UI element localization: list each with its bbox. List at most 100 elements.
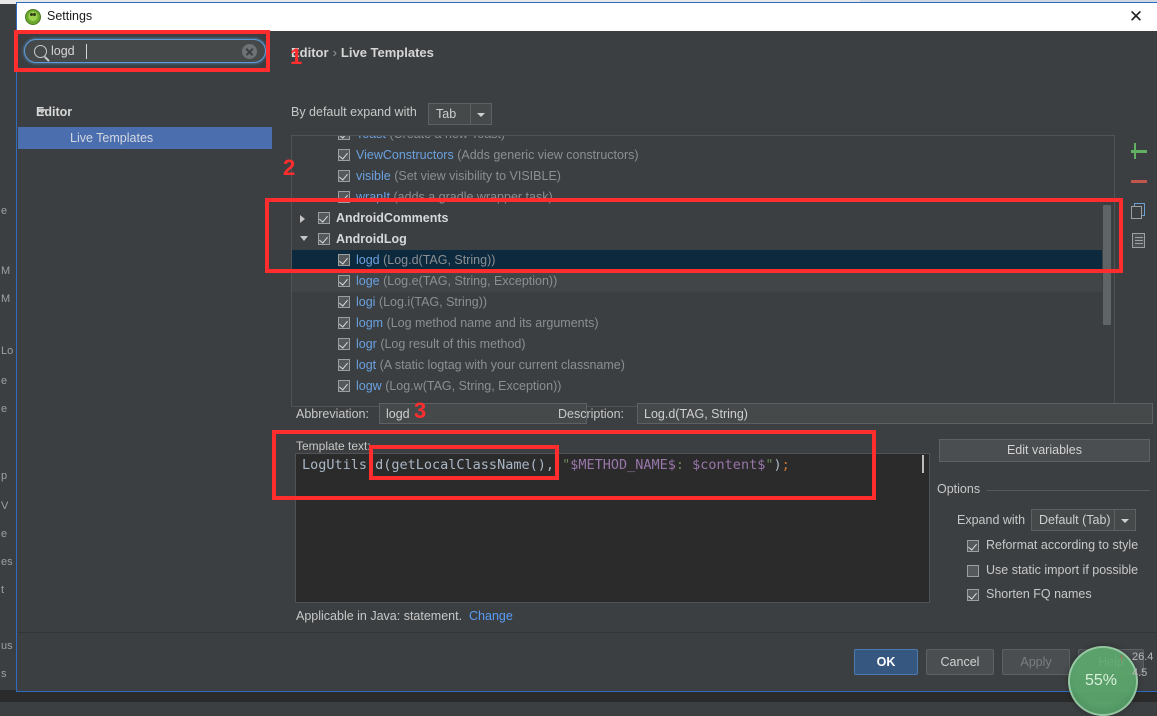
download-value: 4.5: [1132, 667, 1148, 679]
template-name: logd (Log.d(TAG, String)): [356, 253, 496, 267]
template-row[interactable]: visible (Set view visibility to VISIBLE): [292, 166, 1102, 187]
template-name: visible (Set view visibility to VISIBLE): [356, 169, 561, 183]
template-list[interactable]: Toast (Create a new Toast) ViewConstructo…: [291, 135, 1115, 407]
scrollbar-thumb[interactable]: [1103, 205, 1111, 325]
ok-button[interactable]: OK: [854, 649, 918, 675]
template-row[interactable]: logt (A static logtag with your current …: [292, 355, 1102, 376]
remove-icon[interactable]: [1127, 169, 1151, 193]
edit-variables-button[interactable]: Edit variables: [939, 439, 1150, 462]
apply-button[interactable]: Apply: [1002, 649, 1070, 675]
dialog-title: Settings: [47, 9, 93, 23]
breadcrumb-separator: ›: [332, 45, 337, 60]
template-text-editor[interactable]: LogUtils.d(getLocalClassName(), "$METHOD…: [295, 453, 930, 603]
template-name: logi (Log.i(TAG, String)): [356, 295, 488, 309]
search-icon: [34, 45, 47, 58]
change-link[interactable]: Change: [469, 609, 513, 623]
template-row[interactable]: logm (Log method name and its arguments): [292, 313, 1102, 334]
footer-divider: [18, 632, 1157, 633]
template-row[interactable]: wrapIt (adds a gradle wrapper task): [292, 187, 1102, 208]
template-text-label: Template text:: [296, 439, 371, 453]
checkbox-icon[interactable]: [967, 540, 979, 552]
template-description: (A static logtag with your current class…: [376, 358, 625, 372]
copy-to-icon[interactable]: [1127, 229, 1151, 253]
template-description: (Log method name and its arguments): [383, 316, 599, 330]
option-shorten-fq-label: Shorten FQ names: [986, 587, 1092, 601]
background-text-fragment: e: [1, 403, 8, 415]
sidebar-item-editor[interactable]: Editor: [18, 101, 272, 123]
applicable-context: Applicable in Java: statement. Change: [296, 609, 513, 623]
checkbox-icon[interactable]: [338, 191, 350, 203]
template-row[interactable]: ViewConstructors (Adds generic view cons…: [292, 145, 1102, 166]
checkbox-icon[interactable]: [338, 149, 350, 161]
checkbox-icon[interactable]: [338, 170, 350, 182]
sidebar-item-live-templates[interactable]: Live Templates: [18, 127, 272, 149]
code-token-semicolon: ;: [781, 457, 790, 473]
checkbox-icon[interactable]: [967, 589, 979, 601]
template-description: (Adds generic view constructors): [453, 148, 639, 162]
cancel-button[interactable]: Cancel: [926, 649, 994, 675]
checkbox-icon[interactable]: [338, 296, 350, 308]
template-group-row[interactable]: AndroidComments: [292, 208, 1102, 229]
code-token-variable: $content$: [692, 457, 766, 473]
breadcrumb-root[interactable]: Editor: [291, 45, 329, 60]
search-input-value: logd: [51, 44, 75, 58]
background-text-fragment: e: [1, 375, 8, 387]
template-text-code: LogUtils.d(getLocalClassName(), "$METHOD…: [302, 457, 790, 473]
default-expand-value: Tab: [436, 107, 457, 121]
default-expand-label: By default expand with: [291, 105, 417, 119]
template-row[interactable]: logr (Log result of this method): [292, 334, 1102, 355]
code-token-string: :: [675, 457, 693, 473]
template-description: (Set view visibility to VISIBLE): [390, 169, 561, 183]
checkbox-icon[interactable]: [338, 338, 350, 350]
template-row[interactable]: logd (Log.d(TAG, String)): [292, 250, 1102, 271]
abbreviation-label-text: Abbreviation:: [296, 407, 369, 421]
abbreviation-label: Abbreviation:: [296, 407, 369, 421]
template-row[interactable]: loge (Log.e(TAG, String, Exception)): [292, 271, 1102, 292]
checkbox-icon[interactable]: [318, 233, 330, 245]
clear-icon[interactable]: [242, 44, 257, 59]
settings-sidebar: logd Editor Live Templates: [18, 31, 272, 632]
checkbox-icon[interactable]: [318, 212, 330, 224]
background-left-fragments: e M M Lo e e p Ve es t us s: [0, 18, 17, 702]
expand-with-combo[interactable]: Default (Tab): [1031, 509, 1136, 531]
template-row[interactable]: Toast (Create a new Toast): [292, 136, 1102, 145]
checkbox-icon[interactable]: [338, 254, 350, 266]
description-input[interactable]: Log.d(TAG, String): [637, 403, 1153, 424]
chevron-right-icon[interactable]: [300, 215, 305, 223]
option-static-import-label: Use static import if possible: [986, 563, 1139, 577]
checkbox-icon[interactable]: [338, 317, 350, 329]
code-token-plain: LogUtils.d(getLocalClassName(),: [302, 457, 563, 473]
ok-label: OK: [876, 655, 896, 669]
template-description: (Create a new Toast): [386, 136, 505, 141]
checkbox-icon[interactable]: [338, 275, 350, 287]
background-text-fragment: Lo: [1, 345, 14, 357]
search-input[interactable]: logd: [24, 39, 266, 63]
checkbox-icon[interactable]: [338, 359, 350, 371]
close-icon[interactable]: ✕: [1124, 6, 1148, 28]
default-expand-combo[interactable]: Tab: [428, 103, 492, 125]
add-icon[interactable]: [1127, 139, 1151, 163]
checkbox-icon[interactable]: [338, 380, 350, 392]
chevron-down-icon: [1121, 519, 1129, 523]
list-scrollbar[interactable]: [1102, 137, 1113, 406]
chevron-down-icon[interactable]: [300, 236, 308, 241]
background-text-fragment: es: [1, 556, 13, 568]
checkbox-icon[interactable]: [338, 136, 350, 140]
combo-arrow-box: [1114, 510, 1135, 530]
settings-screen: e M M Lo e e p Ve es t us s Settings ✕ logd Editor: [0, 0, 1157, 716]
template-row[interactable]: logi (Log.i(TAG, String)): [292, 292, 1102, 313]
abbreviation-input[interactable]: logd: [379, 403, 587, 424]
template-name: logm (Log method name and its arguments): [356, 316, 599, 330]
template-description: (Log.w(TAG, String, Exception)): [381, 379, 562, 393]
template-row[interactable]: logw (Log.w(TAG, String, Exception)): [292, 376, 1102, 397]
template-group-row[interactable]: AndroidLog: [292, 229, 1102, 250]
template-name: logt (A static logtag with your current …: [356, 358, 625, 372]
text-caret: [86, 44, 87, 59]
dialog-titlebar: Settings ✕: [17, 3, 1157, 31]
template-description: (Log.e(TAG, String, Exception)): [379, 274, 558, 288]
breadcrumb: Editor › Live Templates: [291, 45, 434, 60]
breadcrumb-leaf: Live Templates: [340, 45, 434, 60]
duplicate-icon[interactable]: [1127, 199, 1151, 223]
checkbox-icon[interactable]: [967, 565, 979, 577]
cancel-label: Cancel: [940, 655, 980, 669]
